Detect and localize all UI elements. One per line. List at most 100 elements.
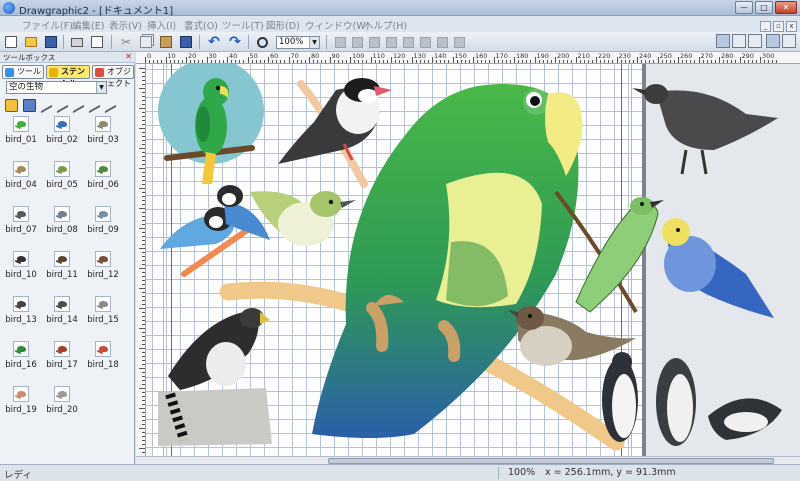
menu-help[interactable]: ヘルプ(H) bbox=[364, 18, 407, 32]
toolbox-title: ツールボックス bbox=[3, 53, 56, 62]
zoom-button[interactable] bbox=[254, 34, 270, 50]
stencil-item[interactable]: bird_16 bbox=[1, 341, 41, 385]
rotate-button[interactable] bbox=[383, 34, 399, 50]
stencil-item[interactable]: bird_13 bbox=[1, 296, 41, 340]
stencil-library-button[interactable] bbox=[5, 99, 18, 112]
stencil-item[interactable]: bird_08 bbox=[42, 206, 82, 250]
print-button[interactable] bbox=[69, 34, 85, 50]
send-back-button[interactable] bbox=[434, 34, 450, 50]
horizontal-scrollbar[interactable] bbox=[136, 456, 800, 464]
ungroup-button[interactable] bbox=[349, 34, 365, 50]
ruler-tick bbox=[142, 404, 145, 405]
stencil-item[interactable]: bird_15 bbox=[83, 296, 123, 340]
stencil-item[interactable]: bird_19 bbox=[1, 386, 41, 430]
minimize-button[interactable]: — bbox=[735, 1, 753, 14]
ruler-tick bbox=[142, 432, 145, 433]
toolbox-close-icon[interactable]: ✕ bbox=[125, 52, 132, 61]
ruler-minor-tick bbox=[304, 60, 306, 63]
stencil-category-select[interactable]: 空の生物 ▼ bbox=[6, 81, 107, 94]
penguin-group-drawing[interactable] bbox=[656, 358, 782, 446]
document-minimize-button[interactable]: _ bbox=[760, 21, 771, 32]
ruler-minor-tick bbox=[522, 60, 524, 63]
print-preview-button[interactable] bbox=[89, 34, 105, 50]
curve-connector-button[interactable] bbox=[73, 98, 84, 114]
connector-tool-button[interactable] bbox=[23, 99, 36, 112]
paste-special-button[interactable] bbox=[178, 34, 194, 50]
stencil-item[interactable]: bird_02 bbox=[42, 116, 82, 160]
stencil-item[interactable]: bird_14 bbox=[42, 296, 82, 340]
arrow-connector-button[interactable] bbox=[89, 98, 100, 114]
pointer-toggle-button[interactable] bbox=[782, 34, 796, 48]
copy-button[interactable] bbox=[138, 34, 154, 50]
stencil-item[interactable]: bird_05 bbox=[42, 161, 82, 205]
tab-objects[interactable]: オブジェクト bbox=[92, 65, 134, 88]
snap-toggle-button[interactable] bbox=[766, 34, 780, 48]
cut-button[interactable]: ✂ bbox=[118, 34, 134, 50]
zoom-select[interactable]: 100% ▼ bbox=[276, 36, 320, 49]
tab-tools[interactable]: ツール bbox=[2, 65, 44, 79]
stencil-item[interactable]: bird_03 bbox=[83, 116, 123, 160]
menu-insert[interactable]: 挿入(I) bbox=[147, 18, 176, 32]
stencil-item[interactable]: bird_04 bbox=[1, 161, 41, 205]
ruler-tick bbox=[142, 204, 145, 205]
bring-front-button[interactable] bbox=[417, 34, 433, 50]
menu-tools[interactable]: ツール(T) bbox=[222, 18, 264, 32]
menu-file[interactable]: ファイル(F) bbox=[22, 18, 73, 32]
ruler-minor-tick bbox=[161, 60, 163, 63]
ruler-tick bbox=[142, 420, 145, 421]
menu-edit[interactable]: 編集(E) bbox=[72, 18, 104, 32]
ruler-toggle-button[interactable] bbox=[732, 34, 746, 48]
guide-toggle-button[interactable] bbox=[748, 34, 762, 48]
document-restore-button[interactable]: ▫ bbox=[773, 21, 784, 32]
double-arrow-connector-button[interactable] bbox=[105, 98, 116, 114]
stencil-item[interactable]: bird_11 bbox=[42, 251, 82, 295]
maximize-button[interactable]: □ bbox=[755, 1, 773, 14]
menu-format[interactable]: 書式(O) bbox=[184, 18, 218, 32]
bird-stencil-icon bbox=[95, 251, 111, 267]
group-button[interactable] bbox=[332, 34, 348, 50]
flip-button[interactable] bbox=[400, 34, 416, 50]
open-button[interactable] bbox=[23, 34, 39, 50]
distribute-button[interactable] bbox=[451, 34, 467, 50]
elbow-connector-button[interactable] bbox=[57, 98, 68, 114]
menu-view[interactable]: 表示(V) bbox=[109, 18, 142, 32]
stencil-item[interactable]: bird_20 bbox=[42, 386, 82, 430]
budgerigar-drawing[interactable] bbox=[662, 218, 774, 318]
grid-toggle-button[interactable] bbox=[716, 34, 730, 48]
undo-button[interactable]: ↶ bbox=[206, 34, 222, 50]
stencil-item[interactable]: bird_06 bbox=[83, 161, 123, 205]
stencil-label: bird_05 bbox=[46, 180, 78, 190]
menu-shapes[interactable]: 図形(D) bbox=[266, 18, 300, 32]
ruler-tick bbox=[350, 57, 351, 63]
stencil-item[interactable]: bird_18 bbox=[83, 341, 123, 385]
document-close-button[interactable]: x bbox=[786, 21, 797, 32]
menu-window[interactable]: ウィンドウ(W) bbox=[305, 18, 369, 32]
drawing-canvas[interactable] bbox=[146, 64, 800, 456]
stencil-item[interactable]: bird_07 bbox=[1, 206, 41, 250]
stencil-item[interactable]: bird_12 bbox=[83, 251, 123, 295]
crow-drawing[interactable] bbox=[632, 84, 778, 175]
java-sparrow-drawing[interactable] bbox=[278, 78, 392, 188]
hawk-drawing[interactable] bbox=[158, 308, 272, 446]
stencil-item[interactable]: bird_09 bbox=[83, 206, 123, 250]
stencil-item[interactable]: bird_17 bbox=[42, 341, 82, 385]
stencil-item[interactable]: bird_10 bbox=[1, 251, 41, 295]
ruler-minor-tick bbox=[317, 60, 319, 63]
window-title: Drawgraphic2 - [ドキュメント1] bbox=[19, 6, 174, 17]
paste-button[interactable] bbox=[158, 34, 174, 50]
tab-stencil[interactable]: ステンシル bbox=[46, 65, 90, 88]
ruler-tick bbox=[596, 57, 597, 63]
redo-button[interactable]: ↷ bbox=[227, 34, 243, 50]
line-connector-button[interactable] bbox=[41, 98, 52, 114]
new-document-button[interactable] bbox=[3, 34, 19, 50]
penguin-drawing[interactable] bbox=[602, 352, 638, 442]
ruler-tick bbox=[142, 332, 145, 333]
align-button[interactable] bbox=[366, 34, 382, 50]
ruler-minor-tick bbox=[628, 60, 630, 63]
ruler-minor-tick bbox=[776, 60, 778, 63]
stencil-item[interactable]: bird_01 bbox=[1, 116, 41, 160]
save-button[interactable] bbox=[43, 34, 59, 50]
parrot-in-circle-drawing[interactable] bbox=[158, 64, 264, 184]
close-button[interactable]: ✕ bbox=[775, 1, 797, 14]
ruler-tick bbox=[139, 348, 145, 349]
